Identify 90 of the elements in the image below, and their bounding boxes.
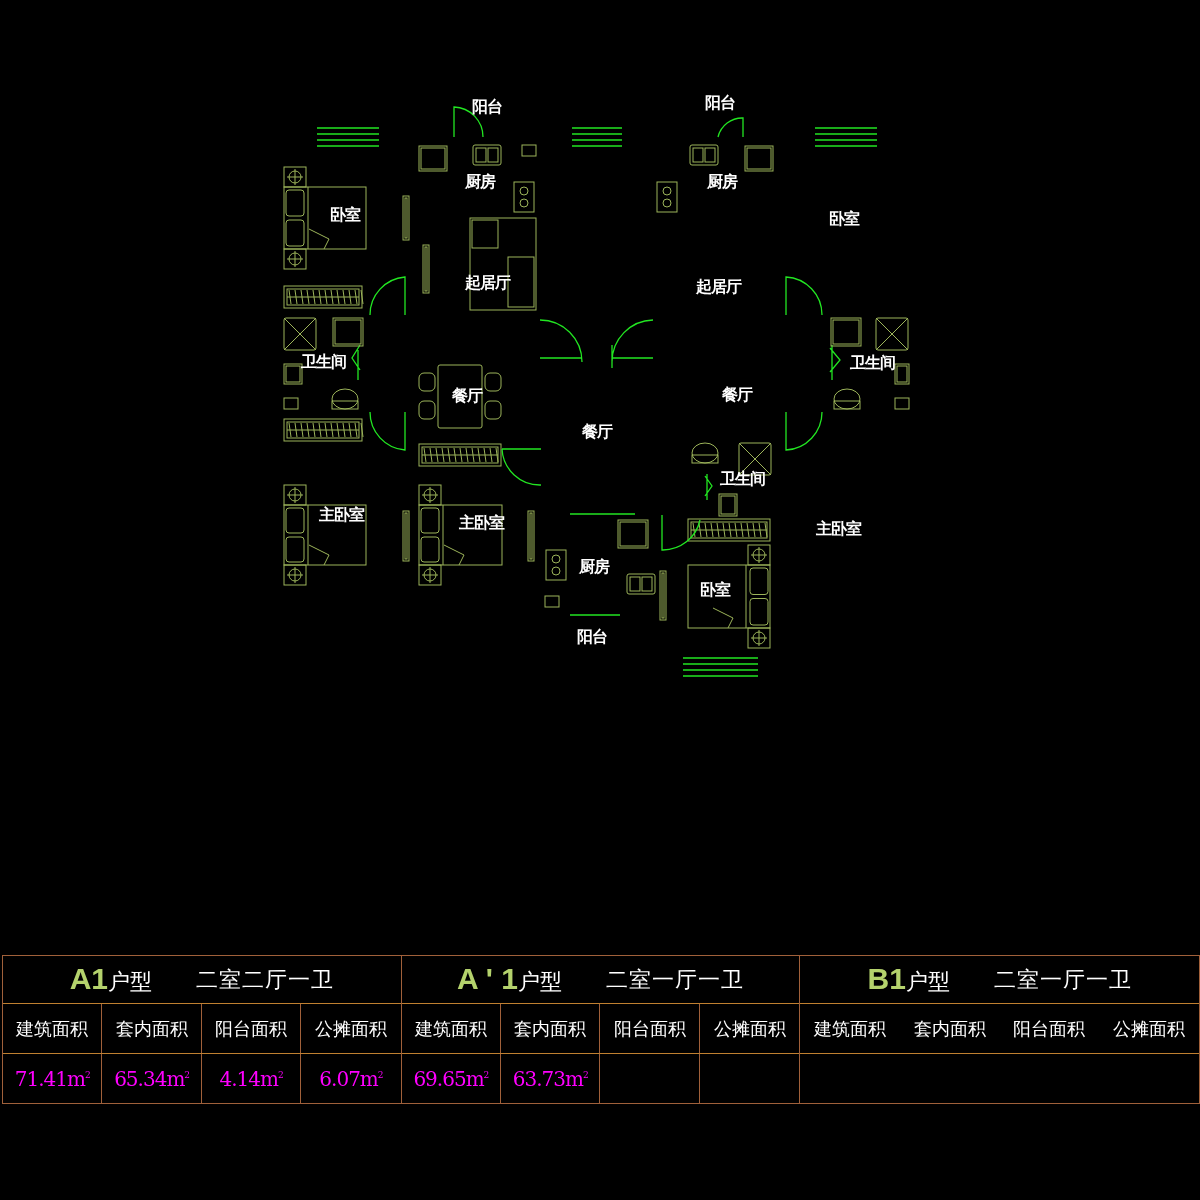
- fixture-icon: [544, 595, 560, 608]
- unit-code: B1: [867, 962, 906, 996]
- room-label: 阳台: [705, 95, 735, 111]
- column-header: 公摊面积: [1112, 1016, 1187, 1041]
- cabinet-drawing: [718, 493, 738, 517]
- cabinet-drawing: [659, 570, 667, 621]
- unit-type-label: 户型: [905, 968, 950, 996]
- column-header: 阳台面积: [600, 1004, 700, 1053]
- room-label: 餐厅: [582, 424, 612, 440]
- column-header: 公摊面积: [313, 1016, 388, 1041]
- cabinet-drawing: [894, 363, 910, 385]
- unit-type-label: 户型: [108, 968, 152, 996]
- door-swing-drawing: [369, 276, 406, 316]
- unit-type-label: 户型: [518, 968, 562, 996]
- column-header: 建筑面积: [401, 1004, 502, 1053]
- cabinet-drawing: [332, 317, 364, 347]
- room-label: 餐厅: [722, 387, 752, 403]
- cabinet-drawing: [402, 510, 410, 562]
- shower-tray-icon: [283, 317, 317, 351]
- area-value: 65.34m$^{2}$: [114, 1066, 190, 1091]
- door-swing-drawing: [501, 448, 542, 486]
- shower-tray-icon: [875, 317, 909, 351]
- cabinet-drawing: [527, 510, 535, 562]
- column-header: 套内面积: [102, 1004, 202, 1053]
- washbasin-icon: [833, 388, 861, 410]
- balcony-railing-drawing: [571, 127, 623, 147]
- unit-layout: 二室一厅一卫: [606, 965, 744, 994]
- sink-icon: [689, 144, 719, 166]
- stove-icon: [545, 549, 567, 581]
- column-header: 套内面积: [912, 1016, 987, 1041]
- area-value: 4.14m$^{2}$: [219, 1066, 283, 1091]
- room-label: 主卧室: [458, 515, 504, 531]
- balcony-railing-drawing: [814, 127, 878, 147]
- door-swing-drawing: [611, 319, 654, 369]
- room-label: 厨房: [579, 559, 609, 575]
- column-header: 建筑面积: [3, 1004, 103, 1053]
- room-label: 卫生间: [719, 471, 765, 487]
- room-label: 卫生间: [300, 354, 346, 370]
- door-swing-drawing: [369, 411, 406, 451]
- room-label: 卫生间: [849, 355, 895, 371]
- cabinet-drawing: [830, 317, 862, 347]
- area-value: 6.07m$^{2}$: [319, 1066, 383, 1091]
- stove-icon: [656, 181, 678, 213]
- room-label: 厨房: [707, 174, 737, 190]
- area-value: 63.73m$^{2}$: [512, 1066, 588, 1091]
- door-swing-drawing: [539, 319, 583, 363]
- door-swing-drawing: [785, 276, 823, 316]
- sink-icon: [626, 573, 656, 595]
- room-label: 餐厅: [452, 388, 482, 404]
- unit-layout: 二室一厅一卫: [993, 965, 1132, 994]
- door-swing-drawing: [661, 514, 701, 551]
- cabinet-drawing: [744, 145, 774, 172]
- column-header: 公摊面积: [712, 1016, 787, 1041]
- door-swing-drawing: [351, 344, 361, 381]
- door-swing-drawing: [717, 117, 744, 138]
- door-swing-drawing: [704, 473, 713, 501]
- washbasin-icon: [331, 388, 359, 410]
- unit-code: A1: [69, 962, 108, 996]
- cabinet-drawing: [402, 195, 410, 241]
- cabinet-drawing: [617, 519, 649, 549]
- unit-code: A ' 1: [456, 962, 518, 996]
- room-label: 阳台: [472, 99, 502, 115]
- room-label: 起居厅: [464, 275, 510, 291]
- cabinet-drawing: [283, 363, 303, 385]
- stove-icon: [513, 181, 535, 213]
- fixture-icon: [521, 144, 537, 157]
- room-label: 主卧室: [815, 521, 861, 537]
- area-value: 71.41m$^{2}$: [14, 1066, 90, 1091]
- room-label: 卧室: [829, 211, 859, 227]
- washbasin-icon: [691, 442, 719, 464]
- room-label: 起居厅: [695, 279, 741, 295]
- area-value: 69.65m$^{2}$: [413, 1066, 489, 1091]
- balcony-railing-drawing: [316, 127, 380, 147]
- cabinet-drawing: [422, 244, 430, 294]
- sink-icon: [472, 144, 502, 166]
- room-label: 卧室: [330, 207, 360, 223]
- room-label: 阳台: [577, 629, 607, 645]
- room-label: 厨房: [465, 174, 495, 190]
- column-header: 阳台面积: [1012, 1016, 1087, 1041]
- door-swing-drawing: [829, 344, 841, 381]
- column-header: 套内面积: [501, 1004, 601, 1053]
- room-label: 主卧室: [318, 507, 364, 523]
- column-header: 建筑面积: [813, 1016, 888, 1041]
- room-label: 卧室: [700, 582, 730, 598]
- unit-layout: 二室二厅一卫: [196, 965, 334, 994]
- cabinet-drawing: [418, 145, 448, 172]
- fixture-icon: [283, 397, 299, 410]
- door-swing-drawing: [785, 411, 823, 451]
- column-header: 阳台面积: [201, 1004, 302, 1053]
- fixture-icon: [894, 397, 910, 410]
